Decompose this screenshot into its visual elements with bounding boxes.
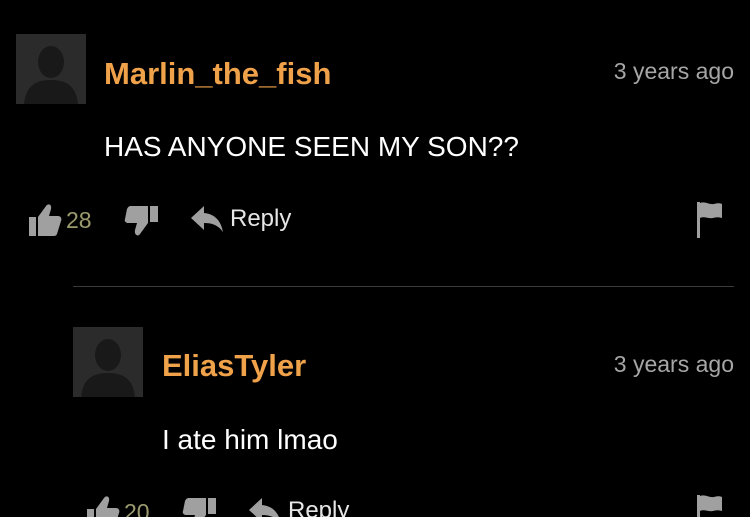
comment-username[interactable]: EliasTyler: [162, 348, 306, 384]
comment-timestamp: 3 years ago: [613, 351, 734, 377]
comment-text: I ate him lmao: [162, 424, 338, 455]
avatar[interactable]: [73, 327, 143, 397]
reply-arrow-icon: [249, 498, 279, 517]
thumbs-up-icon: [87, 496, 120, 517]
reply-button[interactable]: Reply: [248, 496, 349, 517]
thumbs-down-icon: [182, 498, 216, 517]
like-count: 20: [124, 498, 150, 517]
flag-button[interactable]: [696, 494, 724, 517]
comment-reply-item: EliasTyler 3 years ago I ate him lmao 20: [0, 0, 750, 517]
comment-actions: 20 Reply: [0, 494, 750, 517]
dislike-button[interactable]: [182, 496, 218, 517]
like-button[interactable]: 20: [86, 494, 150, 517]
avatar-silhouette-icon: [73, 327, 143, 397]
comment-thread: Marlin_the_fish 3 years ago HAS ANYONE S…: [0, 0, 750, 517]
flag-icon: [697, 495, 722, 517]
reply-label: Reply: [288, 497, 350, 517]
